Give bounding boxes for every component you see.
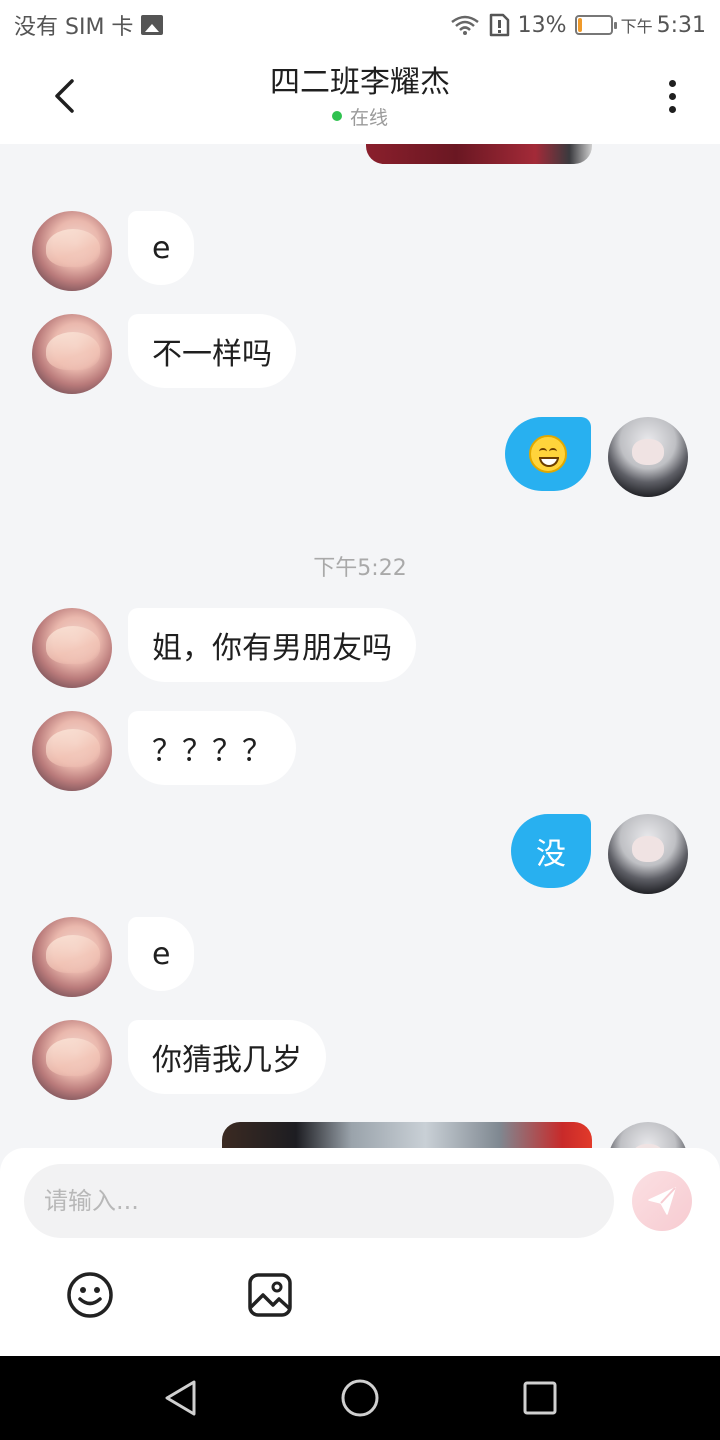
message-input[interactable] xyxy=(24,1164,614,1238)
online-status: 在线 xyxy=(349,106,388,129)
battery-level xyxy=(577,18,582,32)
battery-percent: 13% xyxy=(517,12,567,38)
message-text: ？？？？ xyxy=(152,734,272,769)
contact-avatar[interactable] xyxy=(32,917,112,997)
online-indicator: 在线 xyxy=(270,103,450,130)
alert-icon xyxy=(489,13,509,37)
my-avatar[interactable] xyxy=(608,1122,688,1148)
battery-icon xyxy=(574,15,617,35)
smiley-icon xyxy=(67,1272,113,1318)
nav-back-button[interactable] xyxy=(158,1376,202,1420)
back-button[interactable] xyxy=(40,72,88,120)
system-nav-bar xyxy=(0,1356,720,1440)
image-picker-button[interactable] xyxy=(245,1270,295,1320)
time-period: 下午 xyxy=(620,17,653,36)
send-button[interactable] xyxy=(632,1171,692,1231)
more-dot-icon xyxy=(668,79,676,87)
circle-home-icon xyxy=(341,1379,379,1417)
header-center: 四二班李耀杰 在线 xyxy=(270,65,450,130)
message-text: e xyxy=(152,936,171,972)
contact-avatar[interactable] xyxy=(32,608,112,688)
message-text: 没 xyxy=(536,837,566,872)
send-icon xyxy=(648,1187,676,1215)
clock: 5:31 xyxy=(656,12,706,38)
grinning-face-icon xyxy=(529,435,567,473)
message-text: e xyxy=(152,230,171,266)
more-dot-icon xyxy=(668,92,676,100)
chat-header: 四二班李耀杰 在线 xyxy=(0,50,720,144)
message-text: 不一样吗 xyxy=(152,337,272,372)
contact-name: 四二班李耀杰 xyxy=(270,64,450,100)
contact-avatar[interactable] xyxy=(32,1020,112,1100)
message-bubble[interactable]: 你猜我几岁 xyxy=(128,1020,326,1094)
status-right: 13% 下午 5:31 xyxy=(450,13,706,38)
contact-avatar[interactable] xyxy=(32,711,112,791)
wifi-icon xyxy=(450,15,479,35)
message-bubble[interactable]: 姐，你有男朋友吗 xyxy=(128,608,416,682)
triangle-back-icon xyxy=(165,1380,196,1416)
message-list[interactable]: e 不一样吗 下午5:22 姐，你有男朋友吗 ？？？？ 没 e 你猜我几岁 xyxy=(0,144,720,1148)
my-avatar[interactable] xyxy=(608,417,688,497)
status-left: 没有 SIM 卡 xyxy=(14,9,164,41)
carrier-text: 没有 SIM 卡 xyxy=(14,15,134,40)
nav-home-button[interactable] xyxy=(338,1376,382,1420)
online-dot-icon xyxy=(331,111,342,121)
message-text: 姐，你有男朋友吗 xyxy=(152,631,392,666)
chevron-left-icon xyxy=(55,79,74,113)
message-text: 你猜我几岁 xyxy=(152,1043,302,1078)
contact-avatar[interactable] xyxy=(32,314,112,394)
message-bubble[interactable]: 不一样吗 xyxy=(128,314,296,388)
more-dot-icon xyxy=(668,105,676,113)
image-notification-icon xyxy=(141,15,164,35)
image-message[interactable] xyxy=(366,144,592,164)
image-message[interactable] xyxy=(222,1122,592,1148)
image-icon xyxy=(248,1273,292,1317)
message-bubble[interactable]: e xyxy=(128,917,195,991)
emoji-button[interactable] xyxy=(65,1270,115,1320)
message-bubble-own[interactable]: 没 xyxy=(511,814,591,888)
square-recents-icon xyxy=(523,1381,557,1415)
contact-avatar[interactable] xyxy=(32,211,112,291)
message-bubble-own[interactable] xyxy=(505,417,591,491)
message-bubble[interactable]: ？？？？ xyxy=(128,711,296,785)
my-avatar[interactable] xyxy=(608,814,688,894)
composer xyxy=(0,1148,720,1356)
status-bar: 没有 SIM 卡 13% 下午 5:31 xyxy=(0,0,720,50)
time-divider: 下午5:22 xyxy=(313,556,407,581)
nav-recents-button[interactable] xyxy=(518,1376,562,1420)
message-bubble[interactable]: e xyxy=(128,211,195,285)
more-options-button[interactable] xyxy=(648,72,696,120)
